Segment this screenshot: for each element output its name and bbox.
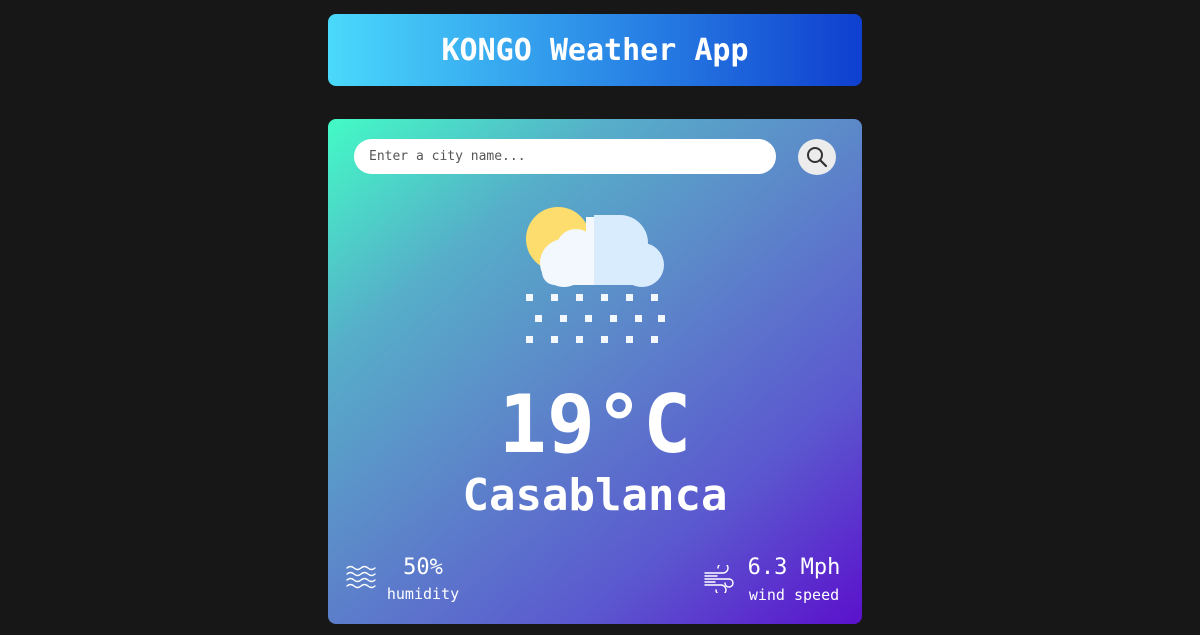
wind-icon xyxy=(704,565,734,593)
search-icon xyxy=(807,147,828,168)
wind-speed-value: 6.3 Mph xyxy=(747,555,841,580)
temperature: 19°C xyxy=(498,378,692,471)
search-button[interactable] xyxy=(798,139,836,175)
humidity-label: humidity xyxy=(386,585,460,603)
humidity-waves-icon xyxy=(346,565,376,589)
cloud-sun-snow-icon xyxy=(526,207,665,343)
humidity-value: 50% xyxy=(403,555,443,580)
app-title: KONGO Weather App xyxy=(441,32,749,68)
weather-card: 19°C Casablanca 50% humidity 6.3 Mph win… xyxy=(328,119,862,624)
wind-speed-label: wind speed xyxy=(748,586,840,604)
app-header: KONGO Weather App xyxy=(328,14,862,86)
city-name: Casablanca xyxy=(462,470,728,521)
search-input[interactable] xyxy=(354,139,776,174)
